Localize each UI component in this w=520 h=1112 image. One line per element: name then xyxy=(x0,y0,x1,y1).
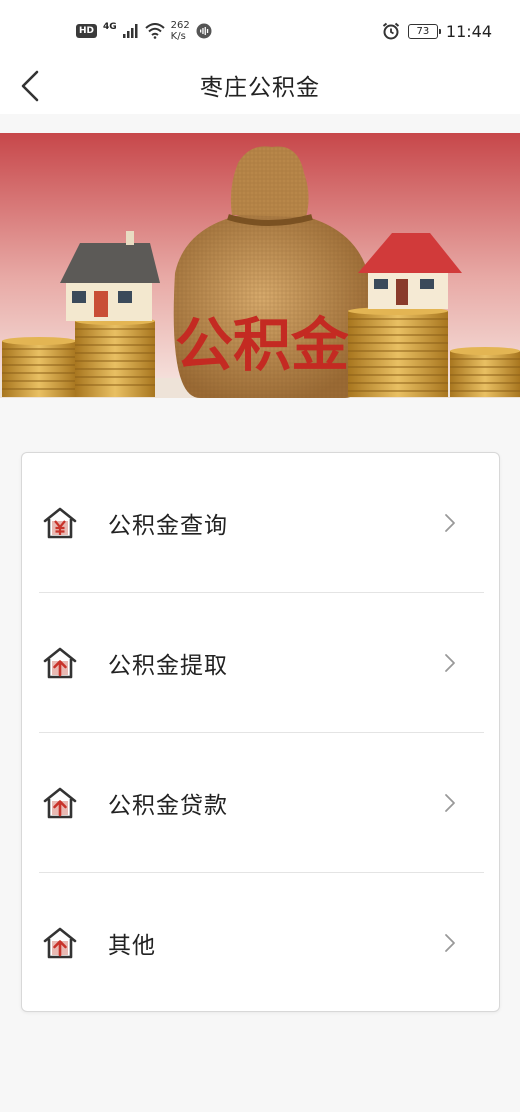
bag-label: 公积金 xyxy=(175,311,350,379)
menu-item-other[interactable]: 其他 xyxy=(22,873,499,1013)
clock: 11:44 xyxy=(445,21,492,41)
alarm-icon xyxy=(382,22,400,40)
page-title: 枣庄公积金 xyxy=(200,75,320,101)
signal-icon xyxy=(122,24,138,38)
menu-label-withdraw: 公积金提取 xyxy=(108,653,228,679)
menu-item-query[interactable]: 公积金查询 xyxy=(22,453,499,593)
banner-image: 公积金 xyxy=(0,133,520,398)
hd-badge: HD xyxy=(76,24,98,38)
menu-label-loan: 公积金贷款 xyxy=(108,793,228,819)
battery-indicator: 73 xyxy=(407,23,441,39)
house-arrow-up-icon xyxy=(43,647,77,679)
status-right: 73 11:44 xyxy=(382,18,492,44)
voice-assistant-icon xyxy=(196,23,212,39)
chevron-right-icon xyxy=(445,654,455,672)
status-bar: HD 4G 262 K/s 73 11:44 xyxy=(0,0,520,58)
house-arrow-up-icon xyxy=(43,787,77,819)
house-arrow-up-icon xyxy=(43,927,77,959)
house-yuan-icon xyxy=(43,507,77,539)
nav-bar: 枣庄公积金 xyxy=(0,58,520,114)
speed-unit: K/s xyxy=(170,31,186,42)
battery-level: 73 xyxy=(416,25,430,37)
network-type: 4G xyxy=(103,22,117,32)
speed-value: 262 xyxy=(170,20,190,31)
menu-label-query: 公积金查询 xyxy=(108,513,228,539)
menu-item-loan[interactable]: 公积金贷款 xyxy=(22,733,499,873)
network-speed: 262 K/s xyxy=(171,20,190,42)
chevron-right-icon xyxy=(445,514,455,532)
menu-label-other: 其他 xyxy=(108,933,156,959)
chevron-right-icon xyxy=(445,934,455,952)
chevron-right-icon xyxy=(445,794,455,812)
service-menu: 公积金查询 公积金提取 公积金贷款 其他 xyxy=(21,452,500,1012)
wifi-icon xyxy=(145,23,165,39)
menu-item-withdraw[interactable]: 公积金提取 xyxy=(22,593,499,733)
fund-bag-illustration: 公积金 xyxy=(0,133,520,398)
status-left: HD 4G 262 K/s xyxy=(76,18,212,44)
